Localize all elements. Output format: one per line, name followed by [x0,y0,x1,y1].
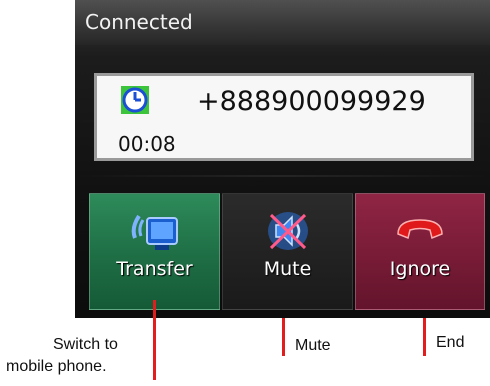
title-bar: Connected [75,0,490,45]
call-duration: 00:08 [118,132,176,156]
transfer-button[interactable]: Transfer [89,193,220,310]
ignore-label: Ignore [389,258,451,280]
hang-up-icon [397,219,443,240]
mute-pointer [282,318,285,356]
mute-label: Mute [263,258,312,280]
phone-transfer-icon [131,214,178,250]
background-streak [75,175,490,177]
transfer-label: Transfer [116,258,193,280]
window-title: Connected [85,10,193,34]
mute-annotation: Mute [295,337,331,354]
transfer-annotation-line2: mobile phone. [6,358,107,375]
call-info-box: 00:08 +888900099929 [94,73,474,161]
transfer-pointer [153,300,156,380]
phone-number: +888900099929 [197,86,426,117]
end-pointer [423,318,426,356]
end-annotation: End [436,334,465,351]
ignore-button[interactable]: Ignore [355,193,485,310]
clock-icon [121,86,149,114]
mute-button[interactable]: Mute [222,193,353,310]
speaker-muted-icon [267,212,308,250]
phone-screen: Connected 00:08 +888900099929 Transfer M… [75,0,490,318]
transfer-annotation-line1: Switch to [53,336,118,353]
